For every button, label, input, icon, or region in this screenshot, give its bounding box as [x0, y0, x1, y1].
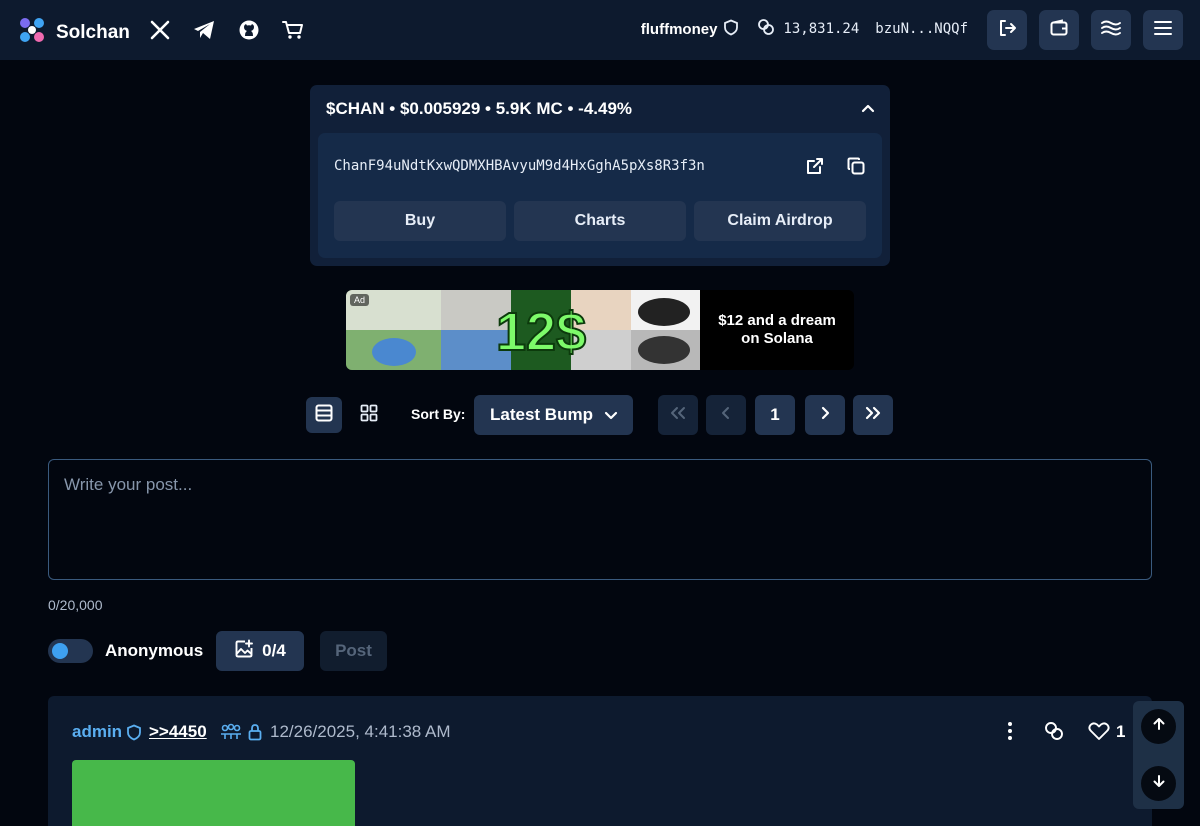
list-view-button[interactable] [306, 397, 342, 433]
wallet-icon [1049, 18, 1069, 43]
moderators-icon [220, 723, 242, 741]
tip-coins-icon[interactable] [1043, 720, 1065, 742]
ad-banner[interactable]: 12$ Ad $12 and a dream on Solana [346, 290, 854, 370]
grid-view-button[interactable] [351, 397, 387, 433]
sort-value: Latest Bump [490, 405, 593, 424]
charts-button[interactable]: Charts [514, 201, 686, 241]
chevron-right-icon [819, 406, 831, 425]
brand-name: Solchan [56, 21, 130, 43]
toggle-knob [52, 643, 68, 659]
current-page[interactable]: 1 [755, 395, 795, 435]
list-view-icon [314, 403, 334, 428]
user-area: fluffmoney 13,831.24 bzuN...NQQf [641, 18, 968, 40]
arrow-down-icon [1151, 773, 1167, 794]
shield-icon [125, 723, 143, 741]
prev-page-button[interactable] [706, 395, 746, 435]
character-counter: 0/20,000 [48, 597, 103, 613]
post-textarea[interactable]: Write your post... [48, 459, 1152, 580]
telegram-icon[interactable] [192, 18, 216, 42]
menu-icon [1153, 19, 1173, 42]
copy-icon[interactable] [845, 155, 867, 177]
more-options-icon[interactable] [999, 720, 1021, 742]
ad-image: 12$ Ad [346, 290, 700, 370]
waves-icon [1100, 18, 1122, 43]
post-button[interactable]: Post [320, 631, 387, 671]
x-icon[interactable] [148, 18, 172, 42]
image-plus-icon [234, 639, 254, 664]
scroll-bottom-button[interactable] [1141, 766, 1176, 801]
chevrons-right-icon [864, 406, 882, 425]
grid-view-icon [359, 403, 379, 428]
scroll-top-button[interactable] [1141, 709, 1176, 744]
token-details: ChanF94uNdtKxwQDMXHBAvyuM9d4HxGghA5pXs8R… [318, 133, 882, 258]
token-card: $CHAN • $0.005929 • 5.9K MC • -4.49% Cha… [310, 85, 890, 266]
next-page-button[interactable] [805, 395, 845, 435]
balance: 13,831.24 [783, 21, 860, 37]
contract-address[interactable]: ChanF94uNdtKxwQDMXHBAvyuM9d4HxGghA5pXs8R… [334, 158, 705, 174]
sort-label: Sort By: [411, 406, 466, 422]
username[interactable]: fluffmoney [641, 21, 718, 38]
shield-icon [723, 19, 739, 40]
coins-icon [757, 18, 775, 40]
cart-icon[interactable] [281, 18, 305, 42]
buy-button[interactable]: Buy [334, 201, 506, 241]
ad-art-text: 12$ [496, 302, 586, 362]
first-page-button[interactable] [658, 395, 698, 435]
thread-post-id[interactable]: >>4450 [149, 722, 207, 742]
chevron-down-icon [601, 405, 621, 425]
chevron-up-icon[interactable] [858, 98, 878, 118]
scroll-controls [1133, 701, 1184, 809]
logout-button[interactable] [987, 10, 1027, 50]
image-count: 0/4 [262, 641, 286, 660]
token-summary: $CHAN • $0.005929 • 5.9K MC • -4.49% [326, 99, 633, 118]
like-count: 1 [1116, 722, 1126, 741]
post-placeholder: Write your post... [64, 475, 193, 494]
wallet-address[interactable]: bzuN...NQQf [875, 21, 968, 37]
thread-date: 12/26/2025, 4:41:38 AM [270, 722, 451, 741]
anonymous-toggle[interactable] [48, 639, 93, 663]
external-link-icon[interactable] [804, 155, 826, 177]
menu-button[interactable] [1143, 10, 1183, 50]
thread-image[interactable] [72, 760, 355, 826]
thread-author[interactable]: admin [72, 722, 122, 742]
top-bar: Solchan fluffmoney 13,831.24 bzuN...NQQf [0, 0, 1200, 60]
arrow-up-icon [1151, 716, 1167, 737]
lock-icon [246, 723, 264, 741]
thread-card: admin >>4450 12/26/2025, 4:41:38 AM 1 [48, 696, 1152, 826]
anonymous-label: Anonymous [105, 641, 204, 660]
heart-icon[interactable] [1088, 720, 1110, 742]
sort-select[interactable]: Latest Bump [474, 395, 633, 435]
theme-button[interactable] [1091, 10, 1131, 50]
add-image-button[interactable]: 0/4 [216, 631, 304, 671]
ad-text: $12 and a dream on Solana [718, 312, 836, 347]
solchan-logo-icon [16, 16, 48, 49]
chevron-left-icon [720, 406, 732, 425]
github-icon[interactable] [237, 18, 261, 42]
chevrons-left-icon [669, 406, 687, 425]
brand[interactable]: Solchan [16, 16, 130, 49]
last-page-button[interactable] [853, 395, 893, 435]
ad-tag: Ad [350, 294, 370, 306]
claim-airdrop-button[interactable]: Claim Airdrop [694, 201, 866, 241]
logout-icon [997, 18, 1017, 43]
wallet-button[interactable] [1039, 10, 1079, 50]
